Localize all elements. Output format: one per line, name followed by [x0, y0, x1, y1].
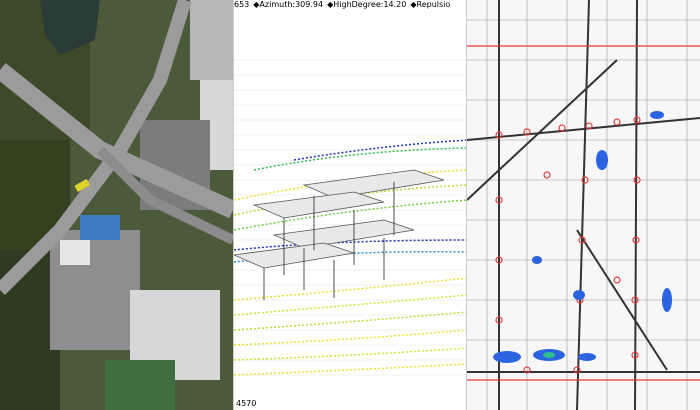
- hud-item: ◆Repulsio: [410, 0, 451, 9]
- high-wind-patch: [596, 150, 608, 170]
- aerial-image: [0, 0, 233, 410]
- street-map: [467, 0, 700, 410]
- hud-item: ◆HighDegree:14.20: [327, 0, 407, 9]
- simulation-panel: 653 ◆Azimuth:309.94 ◆HighDegree:14.20 ◆Repu…: [233, 0, 467, 410]
- map-panel: [467, 0, 700, 410]
- aerial-panel: [0, 0, 233, 410]
- triptych: 653 ◆Azimuth:309.94 ◆HighDegree:14.20 ◆Repu…: [0, 0, 700, 410]
- frame-counter: 4570: [236, 399, 257, 408]
- building-slab: [302, 169, 445, 199]
- hud-bar: 653 ◆Azimuth:309.94 ◆HighDegree:14.20 ◆Repu…: [234, 0, 466, 10]
- hud-item: 653: [234, 0, 250, 9]
- hud-item: ◆Azimuth:309.94: [253, 0, 324, 9]
- building: [190, 0, 233, 80]
- blue-roof: [80, 215, 120, 240]
- simulation-view: [234, 59, 466, 376]
